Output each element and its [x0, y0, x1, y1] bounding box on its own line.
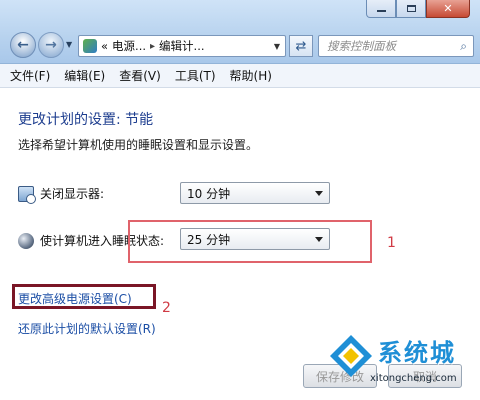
close-icon: ✕ [443, 2, 453, 15]
maximize-button[interactable] [396, 0, 426, 18]
forward-arrow-icon: → [45, 37, 57, 53]
address-dropdown-icon[interactable]: ▼ [274, 42, 280, 51]
chevron-down-icon [315, 191, 323, 196]
search-input[interactable]: 搜索控制面板 ⌕ [318, 35, 474, 57]
watermark-brand: 系统城 [378, 339, 456, 367]
back-arrow-icon: ← [17, 37, 29, 53]
minimize-button[interactable] [366, 0, 396, 18]
restore-defaults-link[interactable]: 还原此计划的默认设置(R) [18, 320, 156, 337]
turn-off-display-select[interactable]: 10 分钟 [180, 182, 330, 204]
maximize-icon [406, 5, 416, 12]
page-description: 选择希望计算机使用的睡眠设置和显示设置。 [18, 138, 259, 152]
sleep-icon [18, 232, 34, 249]
menu-bar: 文件(F) 编辑(E) 查看(V) 工具(T) 帮助(H) [0, 64, 480, 88]
watermark-url: xitongcheng.com [370, 373, 457, 384]
recent-pages-dropdown[interactable]: ▼ [66, 40, 72, 49]
menu-file[interactable]: 文件(F) [10, 67, 50, 84]
minimize-icon [376, 9, 386, 12]
navigation-bar: ← → ▼ « 电源... ▸ 编辑计... ▼ ⇄ 搜索控制面板 ⌕ [8, 30, 474, 62]
search-placeholder: 搜索控制面板 [327, 39, 396, 53]
breadcrumb-power-options[interactable]: 电源... [112, 38, 146, 54]
back-button[interactable]: ← [10, 32, 36, 58]
menu-help[interactable]: 帮助(H) [230, 67, 272, 84]
turn-off-display-row: 关闭显示器: [18, 185, 105, 204]
watermark: 系统城 xitongcheng.com [326, 327, 476, 397]
display-icon [18, 185, 36, 204]
menu-view[interactable]: 查看(V) [119, 67, 161, 84]
control-panel-icon [83, 39, 97, 53]
annotation-box-2 [12, 284, 156, 309]
window-chrome: ✕ ← → ▼ « 电源... ▸ 编辑计... ▼ ⇄ 搜索控制面板 ⌕ [0, 0, 480, 64]
watermark-logo-icon [330, 335, 372, 377]
menu-edit[interactable]: 编辑(E) [64, 67, 105, 84]
page-title: 更改计划的设置: 节能 [18, 112, 154, 128]
turn-off-display-value: 10 分钟 [187, 186, 231, 201]
address-prefix[interactable]: « [101, 39, 108, 53]
annotation-box-1 [128, 220, 372, 263]
annotation-number-1: 1 [387, 235, 396, 251]
forward-button[interactable]: → [38, 32, 64, 58]
refresh-icon: ⇄ [295, 38, 307, 54]
menu-tools[interactable]: 工具(T) [175, 67, 216, 84]
close-button[interactable]: ✕ [426, 0, 470, 18]
turn-off-display-label: 关闭显示器: [40, 187, 105, 201]
refresh-button[interactable]: ⇄ [289, 35, 313, 57]
control-panel-window: ✕ ← → ▼ « 电源... ▸ 编辑计... ▼ ⇄ 搜索控制面板 ⌕ 文件… [0, 0, 480, 400]
breadcrumb-separator-icon[interactable]: ▸ [150, 41, 155, 52]
annotation-number-2: 2 [162, 300, 171, 316]
window-controls: ✕ [366, 0, 470, 18]
breadcrumb-edit-plan[interactable]: 编辑计... [159, 38, 204, 54]
address-bar[interactable]: « 电源... ▸ 编辑计... ▼ [78, 35, 286, 57]
search-icon[interactable]: ⌕ [460, 39, 467, 54]
